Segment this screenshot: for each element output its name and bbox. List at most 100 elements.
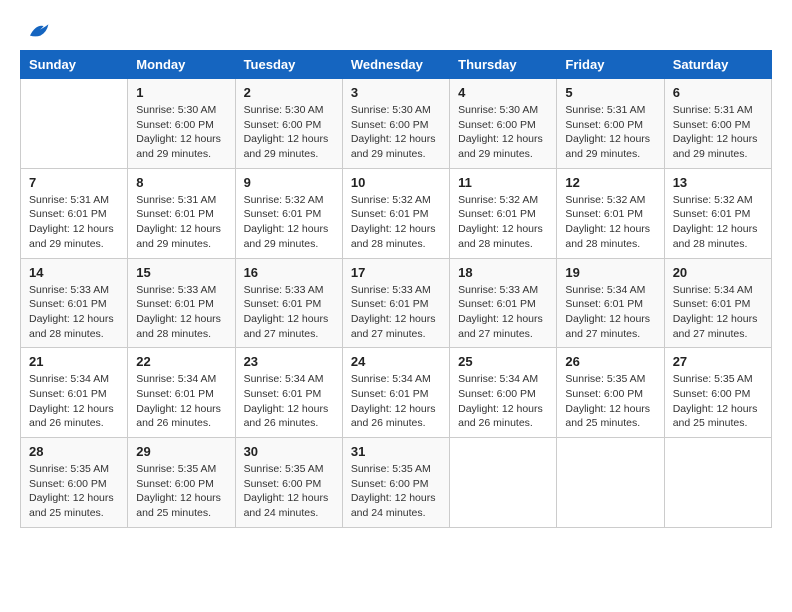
calendar-body: 1 Sunrise: 5:30 AMSunset: 6:00 PMDaylight… xyxy=(21,79,772,528)
day-number: 14 xyxy=(29,265,119,280)
day-info: Sunrise: 5:35 AMSunset: 6:00 PMDaylight:… xyxy=(673,372,763,431)
calendar-cell: 13Sunrise: 5:32 AMSunset: 6:01 PMDayligh… xyxy=(664,168,771,258)
day-number: 20 xyxy=(673,265,763,280)
day-info: Sunrise: 5:30 AMSunset: 6:00 PMDaylight:… xyxy=(136,103,226,162)
calendar-cell: 6 Sunrise: 5:31 AMSunset: 6:00 PMDaylight… xyxy=(664,79,771,169)
day-number: 19 xyxy=(565,265,655,280)
calendar-cell: 26 Sunrise: 5:35 AMSunset: 6:00 PMDayligh… xyxy=(557,348,664,438)
day-number: 21 xyxy=(29,354,119,369)
calendar-cell: 31 Sunrise: 5:35 AMSunset: 6:00 PMDayligh… xyxy=(342,438,449,528)
day-info: Sunrise: 5:31 AMSunset: 6:00 PMDaylight:… xyxy=(565,103,655,162)
day-info: Sunrise: 5:30 AMSunset: 6:00 PMDaylight:… xyxy=(351,103,441,162)
calendar-cell xyxy=(21,79,128,169)
calendar-header: SundayMondayTuesdayWednesdayThursdayFrid… xyxy=(21,51,772,79)
calendar-cell: 30 Sunrise: 5:35 AMSunset: 6:00 PMDayligh… xyxy=(235,438,342,528)
day-number: 2 xyxy=(244,85,334,100)
day-info: Sunrise: 5:32 AMSunset: 6:01 PMDaylight:… xyxy=(673,193,763,252)
day-info: Sunrise: 5:34 AMSunset: 6:00 PMDaylight:… xyxy=(458,372,548,431)
calendar-cell: 15 Sunrise: 5:33 AMSunset: 6:01 PMDayligh… xyxy=(128,258,235,348)
day-number: 10 xyxy=(351,175,441,190)
day-info: Sunrise: 5:35 AMSunset: 6:00 PMDaylight:… xyxy=(351,462,441,521)
day-number: 23 xyxy=(244,354,334,369)
day-info: Sunrise: 5:31 AMSunset: 6:00 PMDaylight:… xyxy=(673,103,763,162)
header-cell-wednesday: Wednesday xyxy=(342,51,449,79)
calendar-cell: 22 Sunrise: 5:34 AMSunset: 6:01 PMDayligh… xyxy=(128,348,235,438)
header-row: SundayMondayTuesdayWednesdayThursdayFrid… xyxy=(21,51,772,79)
calendar-week-5: 28Sunrise: 5:35 AMSunset: 6:00 PMDayligh… xyxy=(21,438,772,528)
day-number: 3 xyxy=(351,85,441,100)
calendar-cell: 10Sunrise: 5:32 AMSunset: 6:01 PMDayligh… xyxy=(342,168,449,258)
calendar-cell: 24 Sunrise: 5:34 AMSunset: 6:01 PMDayligh… xyxy=(342,348,449,438)
day-info: Sunrise: 5:33 AMSunset: 6:01 PMDaylight:… xyxy=(29,283,119,342)
calendar-cell: 12 Sunrise: 5:32 AMSunset: 6:01 PMDayligh… xyxy=(557,168,664,258)
calendar-cell: 2 Sunrise: 5:30 AMSunset: 6:00 PMDaylight… xyxy=(235,79,342,169)
calendar-cell: 29Sunrise: 5:35 AMSunset: 6:00 PMDayligh… xyxy=(128,438,235,528)
calendar-cell: 25 Sunrise: 5:34 AMSunset: 6:00 PMDayligh… xyxy=(450,348,557,438)
day-number: 1 xyxy=(136,85,226,100)
day-info: Sunrise: 5:34 AMSunset: 6:01 PMDaylight:… xyxy=(136,372,226,431)
calendar-cell xyxy=(450,438,557,528)
day-number: 31 xyxy=(351,444,441,459)
day-info: Sunrise: 5:35 AMSunset: 6:00 PMDaylight:… xyxy=(136,462,226,521)
day-number: 26 xyxy=(565,354,655,369)
day-info: Sunrise: 5:32 AMSunset: 6:01 PMDaylight:… xyxy=(565,193,655,252)
calendar-table: SundayMondayTuesdayWednesdayThursdayFrid… xyxy=(20,50,772,528)
day-number: 6 xyxy=(673,85,763,100)
calendar-cell: 16 Sunrise: 5:33 AMSunset: 6:01 PMDayligh… xyxy=(235,258,342,348)
day-number: 12 xyxy=(565,175,655,190)
calendar-week-4: 21 Sunrise: 5:34 AMSunset: 6:01 PMDayligh… xyxy=(21,348,772,438)
header-cell-monday: Monday xyxy=(128,51,235,79)
calendar-cell: 5Sunrise: 5:31 AMSunset: 6:00 PMDaylight… xyxy=(557,79,664,169)
calendar-week-3: 14 Sunrise: 5:33 AMSunset: 6:01 PMDayligh… xyxy=(21,258,772,348)
day-info: Sunrise: 5:33 AMSunset: 6:01 PMDaylight:… xyxy=(136,283,226,342)
calendar-cell: 11 Sunrise: 5:32 AMSunset: 6:01 PMDayligh… xyxy=(450,168,557,258)
day-info: Sunrise: 5:35 AMSunset: 6:00 PMDaylight:… xyxy=(244,462,334,521)
day-number: 22 xyxy=(136,354,226,369)
day-number: 16 xyxy=(244,265,334,280)
day-info: Sunrise: 5:31 AMSunset: 6:01 PMDaylight:… xyxy=(136,193,226,252)
day-info: Sunrise: 5:35 AMSunset: 6:00 PMDaylight:… xyxy=(565,372,655,431)
calendar-cell: 19 Sunrise: 5:34 AMSunset: 6:01 PMDayligh… xyxy=(557,258,664,348)
calendar-cell: 23Sunrise: 5:34 AMSunset: 6:01 PMDayligh… xyxy=(235,348,342,438)
calendar-cell: 20 Sunrise: 5:34 AMSunset: 6:01 PMDayligh… xyxy=(664,258,771,348)
day-info: Sunrise: 5:32 AMSunset: 6:01 PMDaylight:… xyxy=(458,193,548,252)
day-number: 8 xyxy=(136,175,226,190)
day-number: 17 xyxy=(351,265,441,280)
calendar-cell: 14 Sunrise: 5:33 AMSunset: 6:01 PMDayligh… xyxy=(21,258,128,348)
day-info: Sunrise: 5:34 AMSunset: 6:01 PMDaylight:… xyxy=(29,372,119,431)
day-info: Sunrise: 5:34 AMSunset: 6:01 PMDaylight:… xyxy=(351,372,441,431)
day-number: 27 xyxy=(673,354,763,369)
day-info: Sunrise: 5:34 AMSunset: 6:01 PMDaylight:… xyxy=(565,283,655,342)
day-info: Sunrise: 5:32 AMSunset: 6:01 PMDaylight:… xyxy=(244,193,334,252)
day-info: Sunrise: 5:35 AMSunset: 6:00 PMDaylight:… xyxy=(29,462,119,521)
header-cell-sunday: Sunday xyxy=(21,51,128,79)
day-number: 30 xyxy=(244,444,334,459)
calendar-cell: 3 Sunrise: 5:30 AMSunset: 6:00 PMDaylight… xyxy=(342,79,449,169)
calendar-cell xyxy=(557,438,664,528)
calendar-cell: 21 Sunrise: 5:34 AMSunset: 6:01 PMDayligh… xyxy=(21,348,128,438)
day-info: Sunrise: 5:33 AMSunset: 6:01 PMDaylight:… xyxy=(351,283,441,342)
day-info: Sunrise: 5:33 AMSunset: 6:01 PMDaylight:… xyxy=(244,283,334,342)
header-cell-saturday: Saturday xyxy=(664,51,771,79)
calendar-cell: 17 Sunrise: 5:33 AMSunset: 6:01 PMDayligh… xyxy=(342,258,449,348)
header-cell-thursday: Thursday xyxy=(450,51,557,79)
header-cell-friday: Friday xyxy=(557,51,664,79)
calendar-cell: 27 Sunrise: 5:35 AMSunset: 6:00 PMDayligh… xyxy=(664,348,771,438)
day-number: 25 xyxy=(458,354,548,369)
logo xyxy=(20,20,50,40)
day-info: Sunrise: 5:31 AMSunset: 6:01 PMDaylight:… xyxy=(29,193,119,252)
day-info: Sunrise: 5:30 AMSunset: 6:00 PMDaylight:… xyxy=(244,103,334,162)
day-number: 24 xyxy=(351,354,441,369)
calendar-week-1: 1 Sunrise: 5:30 AMSunset: 6:00 PMDaylight… xyxy=(21,79,772,169)
header-cell-tuesday: Tuesday xyxy=(235,51,342,79)
page-header xyxy=(20,20,772,40)
day-number: 15 xyxy=(136,265,226,280)
day-info: Sunrise: 5:34 AMSunset: 6:01 PMDaylight:… xyxy=(673,283,763,342)
day-number: 7 xyxy=(29,175,119,190)
day-number: 11 xyxy=(458,175,548,190)
day-number: 9 xyxy=(244,175,334,190)
calendar-cell: 9 Sunrise: 5:32 AMSunset: 6:01 PMDaylight… xyxy=(235,168,342,258)
calendar-cell: 8 Sunrise: 5:31 AMSunset: 6:01 PMDaylight… xyxy=(128,168,235,258)
day-number: 18 xyxy=(458,265,548,280)
calendar-cell: 28Sunrise: 5:35 AMSunset: 6:00 PMDayligh… xyxy=(21,438,128,528)
